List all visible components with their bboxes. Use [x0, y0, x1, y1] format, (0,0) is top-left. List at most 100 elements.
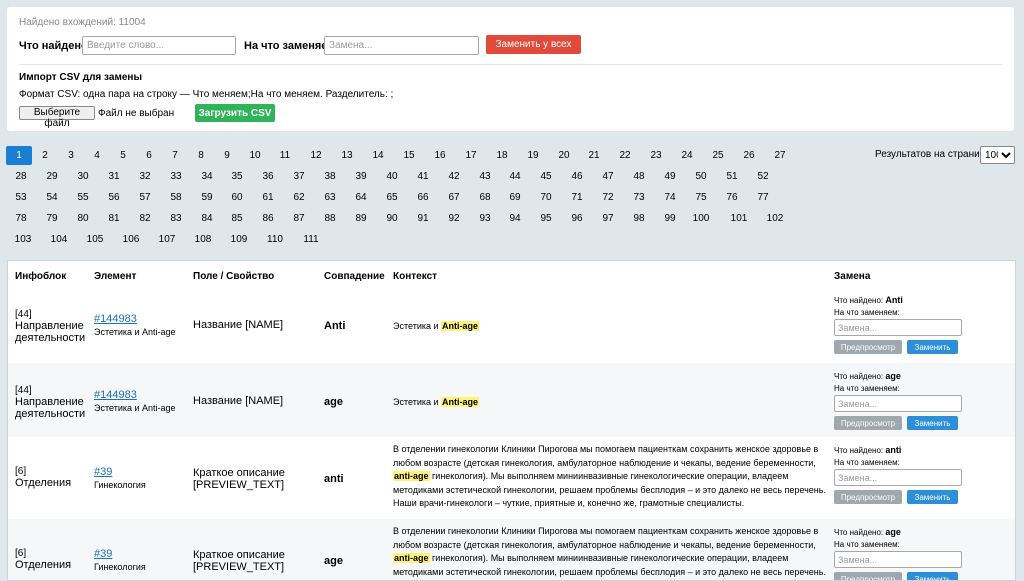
page-link[interactable]: 6	[136, 146, 162, 165]
page-link[interactable]: 56	[99, 188, 129, 207]
page-link[interactable]: 39	[346, 167, 376, 186]
page-link[interactable]: 99	[655, 209, 685, 228]
page-link[interactable]: 53	[6, 188, 36, 207]
page-link[interactable]: 58	[161, 188, 191, 207]
page-link[interactable]: 30	[68, 167, 98, 186]
page-link[interactable]: 80	[68, 209, 98, 228]
page-link[interactable]: 45	[531, 167, 561, 186]
page-link[interactable]: 68	[470, 188, 500, 207]
replace-button[interactable]: Заменить	[907, 490, 958, 504]
page-link[interactable]: 8	[188, 146, 214, 165]
page-link[interactable]: 54	[37, 188, 67, 207]
page-link[interactable]: 51	[717, 167, 747, 186]
row-replace-input[interactable]	[834, 395, 962, 412]
page-link[interactable]: 72	[593, 188, 623, 207]
page-link[interactable]: 59	[192, 188, 222, 207]
page-link[interactable]: 86	[253, 209, 283, 228]
per-page-select[interactable]: 100	[980, 146, 1015, 164]
page-link[interactable]: 85	[222, 209, 252, 228]
page-link[interactable]: 100	[683, 209, 719, 228]
page-link[interactable]: 66	[408, 188, 438, 207]
page-link[interactable]: 106	[114, 230, 148, 249]
page-link[interactable]: 26	[734, 146, 764, 165]
preview-button[interactable]: Предпросмотр	[834, 572, 902, 580]
page-link[interactable]: 98	[624, 209, 654, 228]
page-link[interactable]: 46	[562, 167, 592, 186]
page-link[interactable]: 111	[294, 230, 328, 249]
page-link[interactable]: 92	[439, 209, 469, 228]
page-link[interactable]: 105	[78, 230, 112, 249]
page-link[interactable]: 7	[162, 146, 188, 165]
element-link[interactable]: #144983	[94, 313, 176, 325]
page-link[interactable]: 103	[6, 230, 40, 249]
page-link[interactable]: 34	[192, 167, 222, 186]
page-link[interactable]: 83	[161, 209, 191, 228]
page-link[interactable]: 60	[222, 188, 252, 207]
page-link[interactable]: 104	[42, 230, 76, 249]
element-link[interactable]: #39	[94, 548, 146, 560]
replace-button[interactable]: Заменить	[907, 416, 958, 430]
page-link[interactable]: 27	[765, 146, 795, 165]
preview-button[interactable]: Предпросмотр	[834, 490, 902, 504]
page-link[interactable]: 73	[624, 188, 654, 207]
page-link[interactable]: 91	[408, 209, 438, 228]
page-link[interactable]: 81	[99, 209, 129, 228]
page-link[interactable]: 5	[110, 146, 136, 165]
page-link[interactable]: 108	[186, 230, 220, 249]
page-link[interactable]: 38	[315, 167, 345, 186]
replace-button[interactable]: Заменить	[907, 572, 958, 580]
page-link[interactable]: 20	[549, 146, 579, 165]
page-link[interactable]: 43	[470, 167, 500, 186]
page-link[interactable]: 32	[130, 167, 160, 186]
page-link[interactable]: 13	[332, 146, 362, 165]
page-link[interactable]: 52	[748, 167, 778, 186]
page-link[interactable]: 101	[721, 209, 757, 228]
page-link[interactable]: 12	[301, 146, 331, 165]
page-link[interactable]: 40	[377, 167, 407, 186]
row-replace-input[interactable]	[834, 319, 962, 336]
page-link[interactable]: 35	[222, 167, 252, 186]
replace-button[interactable]: Заменить	[907, 340, 958, 354]
page-link[interactable]: 90	[377, 209, 407, 228]
page-link[interactable]: 24	[672, 146, 702, 165]
page-link[interactable]: 14	[363, 146, 393, 165]
page-link[interactable]: 47	[593, 167, 623, 186]
page-link[interactable]: 94	[500, 209, 530, 228]
page-link[interactable]: 50	[686, 167, 716, 186]
page-link[interactable]: 102	[757, 209, 793, 228]
page-link[interactable]: 28	[6, 167, 36, 186]
page-link[interactable]: 93	[470, 209, 500, 228]
page-link[interactable]: 70	[531, 188, 561, 207]
page-link[interactable]: 2	[32, 146, 58, 165]
element-link[interactable]: #144983	[94, 389, 176, 401]
page-link[interactable]: 18	[487, 146, 517, 165]
page-link[interactable]: 75	[686, 188, 716, 207]
page-link[interactable]: 78	[6, 209, 36, 228]
page-link[interactable]: 3	[58, 146, 84, 165]
page-link[interactable]: 49	[655, 167, 685, 186]
page-link[interactable]: 71	[562, 188, 592, 207]
page-link[interactable]: 89	[346, 209, 376, 228]
page-link[interactable]: 84	[192, 209, 222, 228]
page-link[interactable]: 33	[161, 167, 191, 186]
page-link[interactable]: 41	[408, 167, 438, 186]
page-link[interactable]: 79	[37, 209, 67, 228]
page-link[interactable]: 10	[240, 146, 270, 165]
page-link[interactable]: 110	[258, 230, 292, 249]
row-replace-input[interactable]	[834, 551, 962, 568]
page-link[interactable]: 77	[748, 188, 778, 207]
preview-button[interactable]: Предпросмотр	[834, 340, 902, 354]
page-link[interactable]: 23	[641, 146, 671, 165]
page-link[interactable]: 25	[703, 146, 733, 165]
page-link[interactable]: 17	[456, 146, 486, 165]
page-link[interactable]: 67	[439, 188, 469, 207]
page-link[interactable]: 96	[562, 209, 592, 228]
page-link[interactable]: 44	[500, 167, 530, 186]
page-link[interactable]: 63	[315, 188, 345, 207]
page-link[interactable]: 76	[717, 188, 747, 207]
page-link[interactable]: 97	[593, 209, 623, 228]
page-link[interactable]: 37	[284, 167, 314, 186]
row-replace-input[interactable]	[834, 469, 962, 486]
page-link[interactable]: 57	[130, 188, 160, 207]
page-link[interactable]: 42	[439, 167, 469, 186]
